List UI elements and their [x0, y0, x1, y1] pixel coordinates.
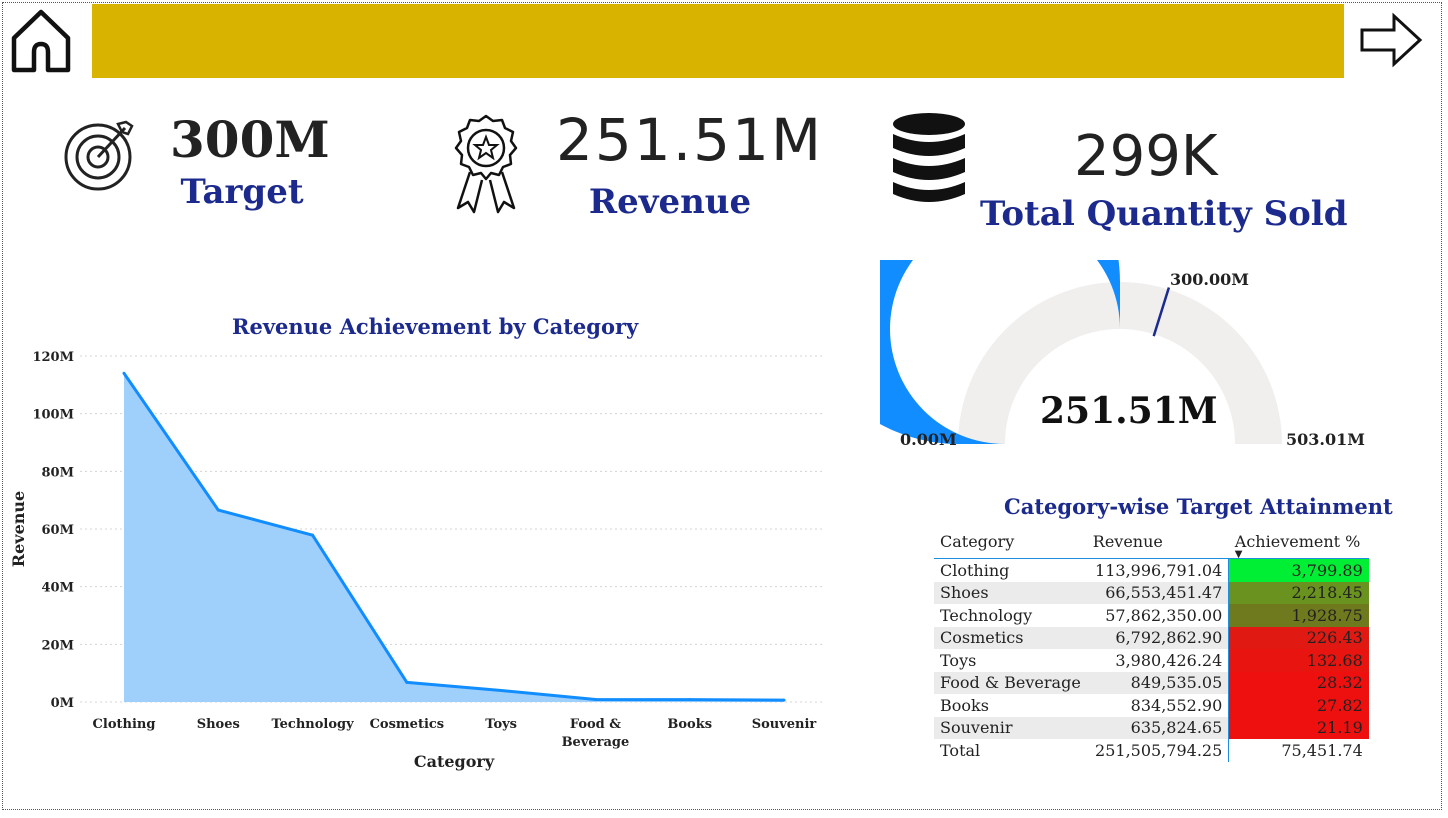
- table-row[interactable]: Souvenir 635,824.65 21.19: [934, 716, 1369, 739]
- cell-achievement: 28.32: [1228, 671, 1369, 694]
- cell-revenue: 6,792,862.90: [1086, 626, 1230, 649]
- data-point: [311, 533, 315, 537]
- data-point: [216, 508, 220, 512]
- cell-achievement: 2,218.45: [1228, 581, 1369, 604]
- cell-revenue: 3,980,426.24: [1086, 649, 1230, 672]
- gauge-max-label: 503.01M: [1286, 430, 1365, 449]
- y-tick-label: 60M: [42, 523, 74, 538]
- table-row[interactable]: Books 834,552.90 27.82: [934, 694, 1369, 717]
- data-point: [405, 680, 409, 684]
- x-tick-label: Toys: [485, 717, 517, 732]
- sort-desc-icon: ▼: [1234, 549, 1243, 560]
- arrow-right-icon: [1360, 12, 1423, 68]
- table-row[interactable]: Toys 3,980,426.24 132.68: [934, 649, 1369, 672]
- data-point: [122, 371, 126, 375]
- x-tick-label: Technology: [271, 717, 354, 732]
- y-tick-label: 20M: [42, 638, 74, 653]
- cell-revenue: 66,553,451.47: [1086, 581, 1230, 604]
- cell-achievement: 3,799.89: [1228, 558, 1369, 582]
- cell-revenue: 251,505,794.25: [1086, 739, 1230, 762]
- table-row[interactable]: Food & Beverage 849,535.05 28.32: [934, 671, 1369, 694]
- attainment-table: Category Revenue Achievement % ▼ Clothin…: [934, 524, 1369, 762]
- cell-achievement: 21.19: [1228, 716, 1369, 739]
- x-tick-label: Souvenir: [752, 717, 817, 732]
- cell-revenue: 849,535.05: [1086, 671, 1230, 694]
- table-header-row: Category Revenue Achievement % ▼: [934, 524, 1369, 560]
- col-header-achievement-label: Achievement %: [1234, 531, 1361, 551]
- area-fill: [124, 373, 784, 702]
- data-point: [593, 698, 597, 702]
- target-label: Target: [180, 172, 304, 212]
- revenue-label: Revenue: [588, 182, 752, 222]
- cell-category: Technology: [940, 605, 1033, 625]
- cell-achievement: 226.43: [1228, 626, 1369, 649]
- data-point: [499, 689, 503, 693]
- home-button[interactable]: [10, 8, 72, 74]
- cell-revenue: 57,862,350.00: [1086, 604, 1230, 627]
- table-row[interactable]: Cosmetics 6,792,862.90 226.43: [934, 626, 1369, 649]
- x-tick-label: Clothing: [93, 717, 156, 732]
- cell-revenue: 635,824.65: [1086, 716, 1230, 739]
- cell-achievement: 132.68: [1228, 649, 1369, 672]
- cell-achievement: 27.82: [1228, 694, 1369, 717]
- x-axis-title: Category: [414, 752, 495, 771]
- x-tick-label: Cosmetics: [370, 717, 445, 732]
- table-row[interactable]: Clothing 113,996,791.04 3,799.89: [934, 558, 1369, 582]
- quantity-value: 299K: [1074, 124, 1218, 189]
- y-tick-label: 40M: [42, 581, 74, 596]
- attainment-table-wrapper: Category Revenue Achievement % ▼ Clothin…: [934, 524, 1369, 762]
- col-header-revenue[interactable]: Revenue: [1086, 524, 1229, 559]
- cell-revenue: 113,996,791.04: [1086, 558, 1230, 582]
- cell-category: Food & Beverage: [934, 671, 1087, 694]
- y-tick-label: 120M: [32, 350, 74, 365]
- cell-category: Clothing: [940, 560, 1010, 580]
- gauge-target-label: 300.00M: [1170, 270, 1249, 289]
- cell-achievement: 1,928.75: [1228, 604, 1369, 627]
- cell-category: Books: [940, 695, 989, 715]
- header-banner: [92, 4, 1344, 78]
- table-row[interactable]: Technology 57,862,350.00 1,928.75: [934, 604, 1369, 627]
- revenue-area-chart: 0M 20M 40M 60M 80M 100M 120M Clothing Shoes Techn…: [9, 350, 824, 771]
- cell-category: Total: [940, 740, 981, 760]
- y-axis-title: Revenue: [9, 491, 28, 567]
- col-header-category[interactable]: Category: [934, 524, 1087, 559]
- home-icon: [11, 9, 71, 73]
- x-tick-label: Shoes: [197, 717, 240, 732]
- gauge-value-label: 251.51M: [1040, 390, 1218, 432]
- table-title: Category-wise Target Attainment: [1004, 494, 1393, 519]
- database-icon: [888, 110, 970, 208]
- col-header-achievement[interactable]: Achievement % ▼: [1228, 524, 1369, 560]
- data-point: [782, 698, 786, 702]
- y-tick-label: 0M: [51, 696, 74, 711]
- quantity-label: Total Quantity Sold: [980, 194, 1348, 234]
- cell-revenue: 834,552.90: [1086, 694, 1230, 717]
- table-total-row[interactable]: Total 251,505,794.25 75,451.74: [934, 739, 1369, 762]
- cell-category: Shoes: [934, 581, 1087, 604]
- award-ribbon-icon: [448, 112, 524, 216]
- chart-title: Revenue Achievement by Category: [232, 314, 639, 339]
- revenue-value: 251.51M: [556, 106, 823, 174]
- x-tick-label: Books: [667, 717, 712, 732]
- cell-achievement: 75,451.74: [1281, 740, 1363, 760]
- cell-category: Cosmetics: [934, 626, 1087, 649]
- data-point: [688, 698, 692, 702]
- cell-category: Souvenir: [934, 716, 1087, 739]
- target-icon: [62, 116, 138, 192]
- next-page-button[interactable]: [1358, 12, 1424, 68]
- cell-category: Toys: [940, 650, 977, 670]
- table-row[interactable]: Shoes 66,553,451.47 2,218.45: [934, 581, 1369, 604]
- y-tick-label: 80M: [42, 465, 74, 480]
- y-tick-label: 100M: [32, 408, 74, 423]
- target-value: 300M: [170, 110, 330, 169]
- x-tick-label: Food & Beverage: [562, 717, 630, 750]
- gauge-min-label: 0.00M: [900, 430, 957, 449]
